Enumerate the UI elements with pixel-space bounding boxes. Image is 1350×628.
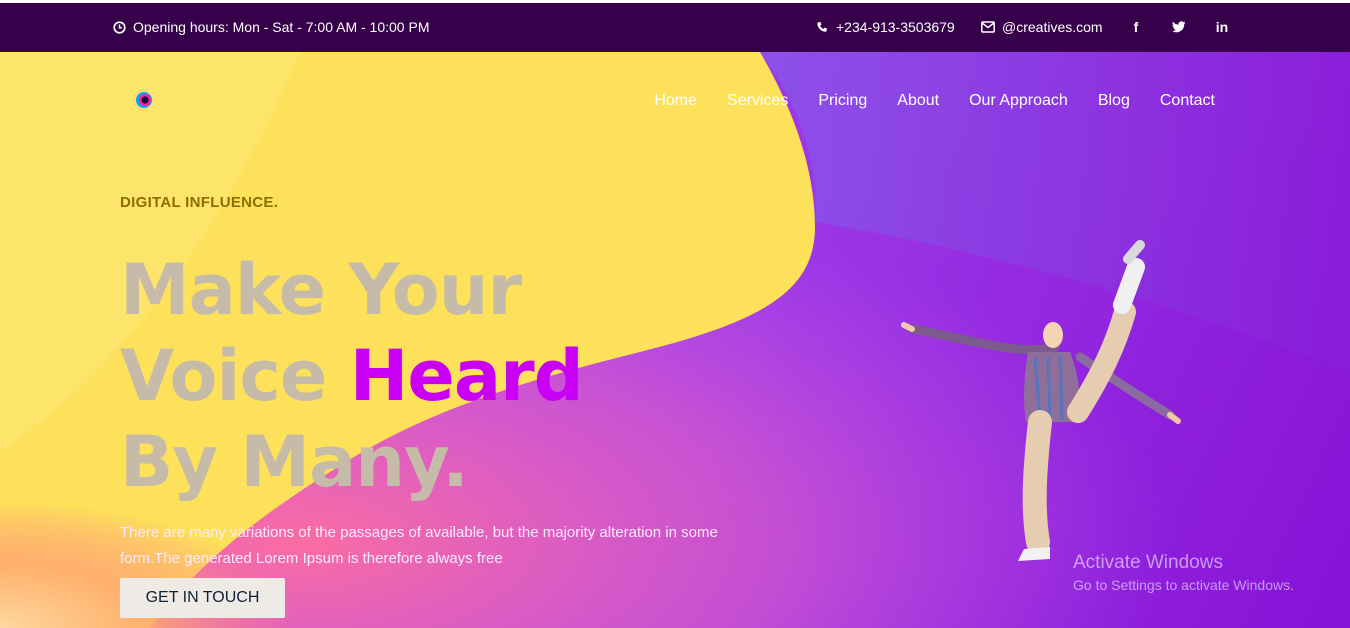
headline-line-1: Make Your <box>120 249 522 331</box>
headline-heard: Heard <box>349 335 584 417</box>
hero-description: There are many variations of the passage… <box>120 524 718 567</box>
main-nav: Home Services Pricing About Our Approach… <box>654 92 1215 110</box>
nav-contact[interactable]: Contact <box>1160 92 1215 110</box>
activation-watermark: Activate Windows Go to Settings to activ… <box>1073 552 1294 593</box>
hero-section: Home Services Pricing About Our Approach… <box>0 52 1350 628</box>
nav-about[interactable]: About <box>897 92 939 110</box>
hero-eyebrow: DIGITAL INFLUENCE. <box>120 194 279 211</box>
email-text: @creatives.com <box>1002 19 1103 35</box>
nav-blog[interactable]: Blog <box>1098 92 1130 110</box>
envelope-icon <box>981 20 995 34</box>
watermark-subtitle: Go to Settings to activate Windows. <box>1073 577 1294 593</box>
opening-hours: Opening hours: Mon - Sat - 7:00 AM - 10:… <box>112 19 429 35</box>
headline-line-3: By Many. <box>120 421 469 503</box>
email-contact[interactable]: @creatives.com <box>981 19 1103 35</box>
get-in-touch-button[interactable]: GET IN TOUCH <box>120 578 285 618</box>
headline-line-2: Voice Heard <box>120 333 584 419</box>
facebook-icon[interactable]: f <box>1127 17 1145 37</box>
opening-hours-text: Opening hours: Mon - Sat - 7:00 AM - 10:… <box>133 19 430 35</box>
headline-voice: Voice <box>120 335 350 417</box>
top-info-bar: Opening hours: Mon - Sat - 7:00 AM - 10:… <box>0 3 1350 52</box>
clock-icon <box>112 20 126 34</box>
nav-pricing[interactable]: Pricing <box>818 92 867 110</box>
nav-home[interactable]: Home <box>654 92 697 110</box>
dancer-image <box>901 240 1181 561</box>
phone-text: +234-913-3503679 <box>836 19 955 35</box>
nav-our-approach[interactable]: Our Approach <box>969 92 1068 110</box>
watermark-title: Activate Windows <box>1073 552 1223 573</box>
site-logo[interactable] <box>134 90 154 110</box>
twitter-icon[interactable] <box>1170 17 1188 37</box>
linkedin-icon[interactable]: in <box>1213 17 1231 37</box>
phone-icon <box>815 20 829 34</box>
nav-services[interactable]: Services <box>727 92 788 110</box>
hero-headline: Make Your Voice Heard By Many. <box>120 247 584 505</box>
phone-contact[interactable]: +234-913-3503679 <box>815 19 955 35</box>
